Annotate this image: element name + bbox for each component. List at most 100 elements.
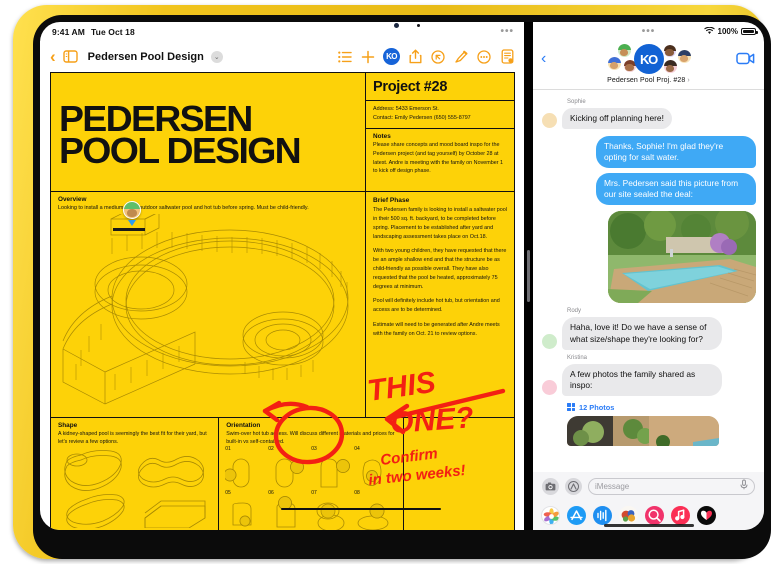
notes-heading: Notes [373, 133, 391, 141]
document-title[interactable]: Pedersen Pool Design [88, 51, 204, 63]
pool-wireframe-illustration [51, 214, 365, 417]
collaboration-icon[interactable]: KO [383, 48, 400, 65]
message-bubble[interactable]: A few photos the family shared as inspo: [562, 363, 722, 396]
page-bottom-row: Shape A kidney-shaped pool is seemingly … [51, 418, 514, 530]
messages-back-button[interactable]: ‹ [541, 51, 546, 67]
share-icon[interactable] [407, 49, 423, 65]
video-camera-icon[interactable] [736, 52, 755, 70]
list-icon[interactable] [337, 49, 353, 65]
pool-photo-attachment[interactable] [608, 211, 756, 304]
document-options-icon[interactable] [499, 49, 515, 65]
avatar-member-6 [662, 59, 678, 74]
overview-body: Looking to install a medium-sized outdoo… [58, 205, 309, 212]
images-app-icon[interactable] [645, 505, 664, 525]
group-avatars[interactable]: KO [601, 43, 697, 75]
sidebar-icon[interactable] [63, 49, 79, 65]
black-underline-mark [281, 507, 441, 510]
message-sender: Rody [567, 308, 582, 315]
photos-app-icon[interactable] [541, 505, 560, 525]
back-button[interactable]: ‹ [50, 48, 56, 65]
multitask-dots[interactable]: ••• [500, 26, 514, 37]
brief-paragraph-1: The Pedersen family is looking to instal… [373, 207, 507, 240]
more-icon[interactable] [476, 49, 492, 65]
project-info-block: Project #28 Address: 5433 Emerson St. Co… [366, 73, 514, 191]
conversation-title-text: Pedersen Pool Proj. #28 [607, 77, 686, 84]
camera-icon[interactable] [542, 477, 559, 495]
group-initials-badge[interactable]: KO [633, 44, 664, 74]
photo-grid-icon [567, 403, 575, 412]
microphone-icon[interactable] [740, 477, 748, 495]
message-row: A few photos the family shared as inspo: [541, 363, 756, 396]
notes-body: Please share concepts and mood board ins… [373, 142, 504, 175]
message-bubble[interactable]: Mrs. Pedersen said this picture from our… [596, 173, 756, 206]
photos-attachment-link[interactable]: 12 Photos [567, 403, 756, 412]
shape-heading: Shape [58, 422, 78, 429]
document-pane: 9:41 AM Tue Oct 18 ••• ‹ Pedersen Pool D… [40, 22, 524, 530]
avatar-member-4 [662, 44, 677, 58]
chevron-down-icon[interactable]: ⌄ [210, 50, 223, 63]
avatar-member-1 [616, 43, 632, 58]
orientation-number-01: 01 [225, 446, 231, 452]
document-page[interactable]: PEDERSEN POOL DESIGN Project #28 Address… [50, 72, 515, 530]
music-app-icon[interactable] [671, 505, 690, 525]
brief-heading: Brief Phase [373, 197, 410, 205]
right-status-bar: ••• 100% [533, 22, 764, 41]
markup-icon[interactable] [453, 49, 469, 65]
add-icon[interactable] [360, 49, 376, 65]
shape-block: Shape A kidney-shaped pool is seemingly … [51, 418, 218, 530]
avatar [541, 112, 558, 130]
undo-icon[interactable] [430, 49, 446, 65]
brief-paragraph-4: Estimate will need to be generated after… [373, 321, 500, 337]
annotation-area [404, 418, 514, 530]
message-row: Kicking off planning here! [541, 108, 756, 130]
digital-touch-icon[interactable] [697, 505, 716, 525]
conversation-header: ‹ KO Pedersen Pool Proj. #28 › [533, 41, 764, 90]
brief-phase-block: Brief Phase The Pedersen family is looki… [366, 192, 514, 417]
ipad-screen: 9:41 AM Tue Oct 18 ••• ‹ Pedersen Pool D… [40, 22, 764, 530]
app-store-icon[interactable] [565, 477, 582, 495]
message-sender: Kristina [567, 354, 588, 361]
avatar [541, 378, 558, 396]
message-input-placeholder: iMessage [595, 481, 630, 491]
multitask-dots[interactable]: ••• [642, 26, 656, 37]
avatar-face [126, 208, 138, 217]
orientation-number-04: 04 [354, 446, 360, 452]
message-bubble[interactable]: Thanks, Sophie! I'm glad they're opting … [596, 136, 756, 169]
orientation-number-03: 03 [311, 446, 317, 452]
document-toolbar: ‹ Pedersen Pool Design ⌄ KO [40, 41, 524, 72]
conversation-title[interactable]: Pedersen Pool Proj. #28 › [607, 77, 690, 84]
audio-app-icon[interactable] [593, 505, 612, 525]
avatar [541, 332, 558, 350]
project-meta: Address: 5433 Emerson St. Contact: Emily… [366, 101, 514, 128]
message-bubble[interactable]: Kicking off planning here! [562, 108, 672, 130]
message-composer: iMessage [533, 472, 764, 500]
message-row: Haha, love it! Do we have a sense of wha… [541, 317, 756, 350]
avatar [123, 201, 141, 220]
orientation-options-grid[interactable]: 01 02 03 04 05 06 07 08 [225, 446, 397, 530]
message-sender: Sophie [567, 99, 586, 105]
app-store-icon[interactable] [567, 505, 586, 525]
page-middle-row: Overview Looking to install a medium-siz… [51, 192, 514, 417]
photo-strip-attachment[interactable] [567, 415, 719, 446]
page-title-line2: POOL DESIGN [59, 130, 302, 171]
collaborator-avatar [123, 201, 143, 227]
battery-icon [741, 27, 758, 36]
project-address: Address: 5433 Emerson St. [373, 106, 439, 113]
wifi-icon [703, 26, 715, 37]
front-camera [394, 23, 399, 28]
photos-count-label: 12 Photos [579, 402, 615, 412]
overview-heading: Overview [58, 196, 87, 204]
message-row: Thanks, Sophie! I'm glad they're opting … [541, 136, 756, 169]
orientation-number-02: 02 [268, 446, 274, 452]
shape-body: A kidney-shaped pool is seemingly the be… [58, 431, 207, 446]
message-input[interactable]: iMessage [588, 477, 755, 495]
split-view-grip[interactable] [527, 250, 530, 302]
shape-options-grid[interactable] [55, 448, 215, 530]
ambient-sensor [417, 24, 420, 27]
memoji-app-icon[interactable] [619, 505, 638, 525]
message-thread[interactable]: Sophie Kicking off planning here! Thanks… [533, 90, 764, 472]
message-bubble[interactable]: Haha, love it! Do we have a sense of wha… [562, 317, 722, 350]
split-view-divider[interactable] [524, 22, 533, 530]
home-indicator[interactable] [603, 524, 694, 527]
page-title-block: PEDERSEN POOL DESIGN [51, 73, 365, 191]
